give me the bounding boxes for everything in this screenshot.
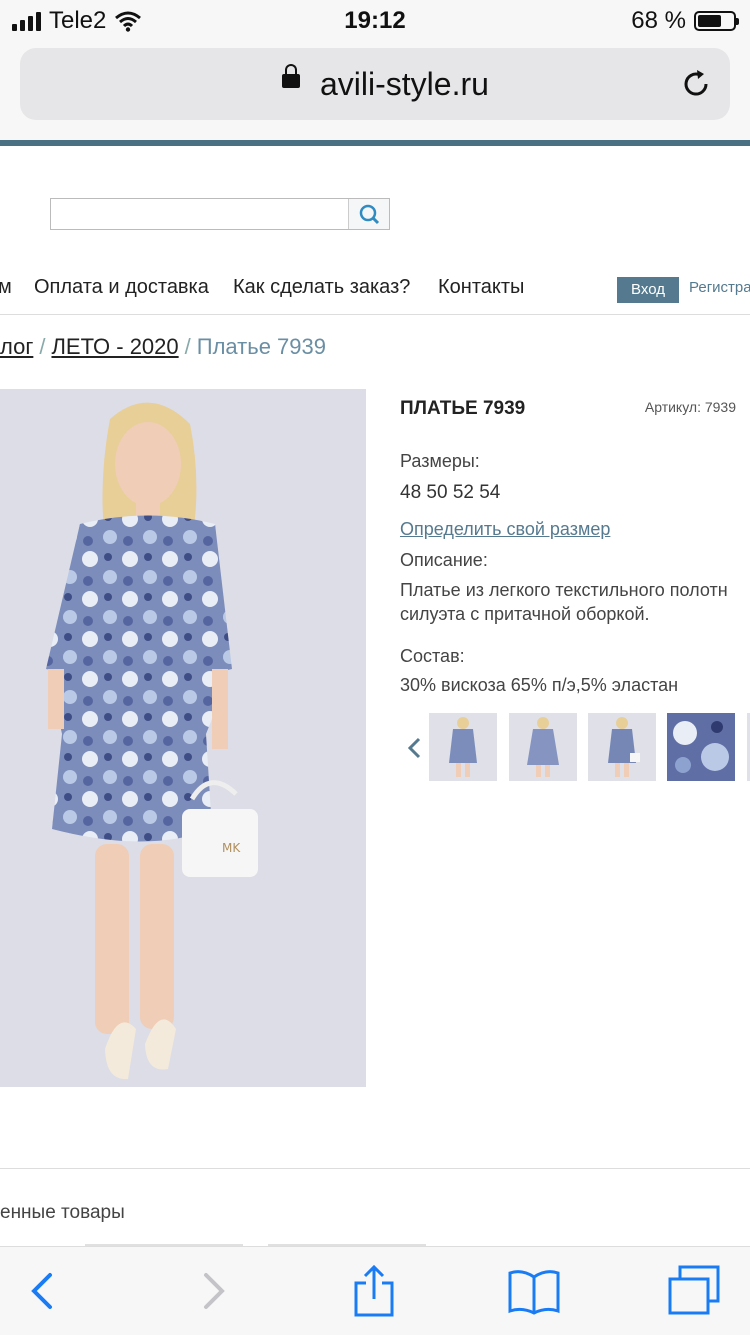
thumbnail-image [509,713,577,781]
thumbnail-image [429,713,497,781]
svg-text:MK: MK [222,841,241,855]
nav-item-contacts[interactable]: Контакты [438,276,524,299]
tabs-icon[interactable] [666,1265,722,1317]
breadcrumb-separator: / [39,334,46,359]
thumbnail-4[interactable] [667,713,735,781]
description-line-2: силуэта с притачной оборкой. [400,604,650,624]
battery-percent: 68 % [631,7,686,34]
login-button[interactable]: Вход [617,277,679,303]
browser-bottom-toolbar [0,1246,750,1335]
battery-info: 68 % [631,7,739,35]
nav-item-partial[interactable]: м [0,276,12,299]
product-article: Артикул: 7939 [644,399,736,415]
section-divider [0,1168,750,1169]
forward-icon[interactable] [184,1265,240,1317]
breadcrumb-summer[interactable]: ЛЕТО - 2020 [51,334,178,359]
bookmarks-icon[interactable] [506,1265,562,1317]
nav-item-payment-delivery[interactable]: Оплата и доставка [34,276,209,299]
reload-icon[interactable] [680,68,712,100]
composition-value: 30% вискоза 65% п/э,5% эластан [400,675,679,695]
sizes-value: 48 50 52 54 [400,482,501,503]
thumbnail-1[interactable] [429,713,497,781]
back-icon[interactable] [16,1265,72,1317]
nav-item-how-to-order[interactable]: Как сделать заказ? [233,276,410,299]
breadcrumb-catalog[interactable]: лог [0,334,33,359]
product-main-image[interactable]: MK [0,389,366,1087]
related-products-title: енные товары [0,1202,125,1223]
dress-model-image: MK [0,389,366,1087]
header-accent-line [0,140,750,146]
breadcrumb-separator: / [184,334,191,359]
chevron-left-icon[interactable] [404,733,424,763]
browser-toolbar: avili-style.ru [0,40,750,140]
thumbnail-carousel [400,713,750,783]
breadcrumb: лог / ЛЕТО - 2020/Платье 7939 [0,334,326,360]
battery-icon [694,11,739,31]
status-bar: Tele2 19:12 68 % [0,0,750,40]
composition-label: Состав: [400,646,465,666]
thumbnail-3[interactable] [588,713,656,781]
thumbnail-image [588,713,656,781]
search-icon [359,204,380,225]
register-link[interactable]: Регистра [689,279,750,296]
thumbnail-image [667,713,735,781]
product-title: ПЛАТЬЕ 7939 [400,398,526,419]
sizes-label: Размеры: [400,451,480,471]
lock-icon [282,64,300,88]
search-input[interactable] [53,201,347,227]
share-icon[interactable] [346,1265,402,1317]
main-nav: м Оплата и доставка Как сделать заказ? К… [0,270,750,315]
address-bar[interactable]: avili-style.ru [20,48,730,120]
size-guide-link[interactable]: Определить свой размер [400,519,610,540]
thumbnail-2[interactable] [509,713,577,781]
url-text: avili-style.ru [320,66,489,102]
description-label: Описание: [400,550,488,570]
search-box [50,198,390,230]
description-line-1: Платье из легкого текстильного полотн [400,580,728,600]
search-button[interactable] [348,199,389,229]
breadcrumb-current: Платье 7939 [196,334,326,359]
